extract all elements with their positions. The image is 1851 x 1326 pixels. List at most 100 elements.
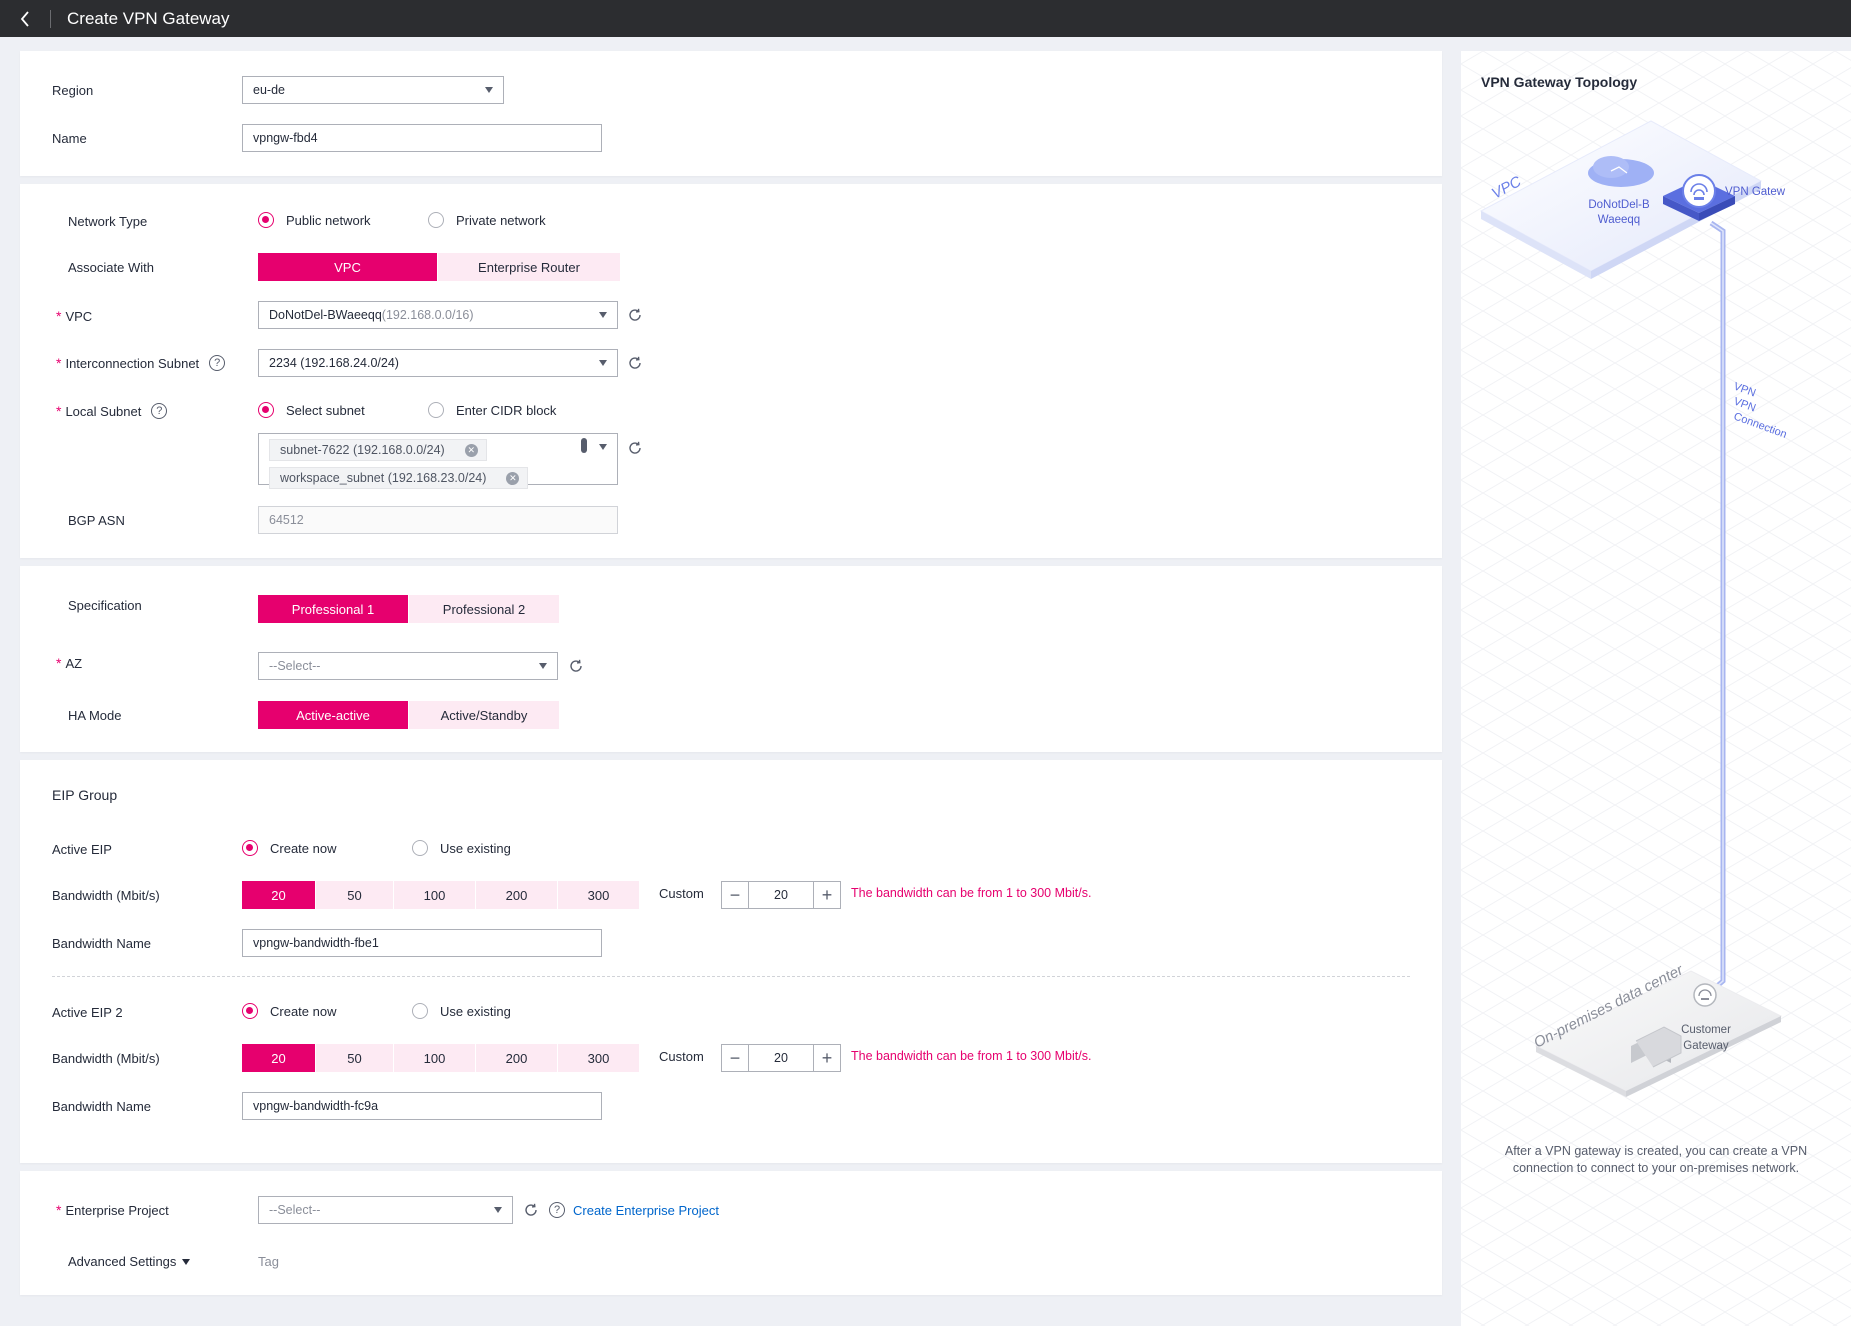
- ha-option-active-standby[interactable]: Active/Standby: [409, 701, 560, 729]
- bandwidth-name-label: Bandwidth Name: [52, 936, 151, 951]
- tag-label: Tag: [258, 1254, 279, 1269]
- az-select[interactable]: --Select--: [258, 652, 558, 680]
- specification-segmented: Professional 1 Professional 2: [258, 595, 560, 623]
- refresh-az-icon[interactable]: [568, 658, 584, 674]
- region-label: Region: [52, 83, 94, 98]
- vpc-name-line1: DoNotDel-B: [1588, 199, 1650, 211]
- associate-option-vpc[interactable]: VPC: [258, 253, 438, 281]
- refresh-local-subnet-icon[interactable]: [627, 440, 643, 456]
- vpc-name-line2: Waeeqq: [1598, 214, 1640, 226]
- bw-option-20[interactable]: 20: [242, 881, 316, 909]
- region-select[interactable]: eu-de: [242, 76, 504, 104]
- radio-dot: [428, 212, 444, 228]
- minus-icon[interactable]: −: [722, 882, 748, 908]
- radio-dot: [242, 1003, 258, 1019]
- radio-eip1-create-now[interactable]: Create now: [242, 840, 336, 856]
- vpc-select[interactable]: DoNotDel-BWaeeqq (192.168.0.0/16): [258, 301, 618, 329]
- bw-option-50[interactable]: 50: [316, 1044, 394, 1072]
- radio-dot: [428, 402, 444, 418]
- active-eip-label: Active EIP: [52, 842, 112, 857]
- bw-option-20[interactable]: 20: [242, 1044, 316, 1072]
- bw-option-100[interactable]: 100: [394, 1044, 476, 1072]
- back-button[interactable]: [0, 0, 50, 37]
- help-icon[interactable]: ?: [549, 1202, 565, 1218]
- ha-mode-label: HA Mode: [68, 708, 122, 723]
- remove-chip-icon[interactable]: ✕: [506, 471, 520, 485]
- subnet-chip: subnet-7622 (192.168.0.0/24) ✕: [269, 439, 487, 461]
- az-label: * AZ: [56, 655, 82, 671]
- associate-segmented: VPC Enterprise Router: [258, 253, 621, 281]
- network-type-label: Network Type: [68, 214, 148, 229]
- stepper-value[interactable]: 20: [748, 882, 814, 908]
- name-value: vpngw-fbd4: [253, 131, 318, 145]
- radio-enter-cidr[interactable]: Enter CIDR block: [428, 402, 556, 418]
- spec-option-professional-1[interactable]: Professional 1: [258, 595, 409, 623]
- advanced-settings-toggle[interactable]: Advanced Settings: [68, 1254, 191, 1269]
- eip-group-title: EIP Group: [52, 787, 118, 803]
- refresh-project-icon[interactable]: [523, 1202, 539, 1218]
- refresh-subnet-icon[interactable]: [627, 355, 643, 371]
- eip-panel: EIP Group Active EIP Create now Use exis…: [20, 760, 1442, 1163]
- required-mark: *: [56, 655, 62, 671]
- radio-eip2-create-now[interactable]: Create now: [242, 1003, 336, 1019]
- create-enterprise-project-link[interactable]: Create Enterprise Project: [573, 1203, 719, 1218]
- enterprise-project-select[interactable]: --Select--: [258, 1196, 513, 1224]
- chevron-down-icon: [599, 312, 607, 318]
- radio-eip1-use-existing[interactable]: Use existing: [412, 840, 511, 856]
- plus-icon[interactable]: +: [814, 1045, 840, 1071]
- custom-label: Custom: [659, 1049, 704, 1064]
- az-placeholder: --Select--: [269, 659, 321, 673]
- radio-private-network[interactable]: Private network: [428, 212, 546, 228]
- bgp-asn-value: 64512: [269, 513, 304, 527]
- bw-option-50[interactable]: 50: [316, 881, 394, 909]
- local-subnet-multiselect[interactable]: subnet-7622 (192.168.0.0/24) ✕ workspace_…: [258, 433, 618, 489]
- page-title: Create VPN Gateway: [67, 8, 230, 28]
- radio-eip2-use-existing[interactable]: Use existing: [412, 1003, 511, 1019]
- bw-option-300[interactable]: 300: [558, 881, 640, 909]
- name-input[interactable]: vpngw-fbd4: [242, 124, 602, 152]
- refresh-vpc-icon[interactable]: [627, 307, 643, 323]
- plus-icon[interactable]: +: [814, 882, 840, 908]
- interconnection-subnet-select[interactable]: 2234 (192.168.24.0/24): [258, 349, 618, 377]
- ha-option-active-active[interactable]: Active-active: [258, 701, 409, 729]
- bandwidth-name-value: vpngw-bandwidth-fbe1: [253, 936, 379, 950]
- required-mark: *: [56, 1202, 62, 1218]
- bandwidth-name-value: vpngw-bandwidth-fc9a: [253, 1099, 379, 1113]
- vpc-label: * VPC: [56, 308, 92, 324]
- associate-option-enterprise-router[interactable]: Enterprise Router: [438, 253, 621, 281]
- bw-option-100[interactable]: 100: [394, 881, 476, 909]
- enterprise-project-label-text: Enterprise Project: [65, 1202, 169, 1218]
- scrollbar-thumb[interactable]: [581, 438, 587, 453]
- chevron-left-icon: [20, 10, 29, 27]
- enterprise-project-panel: * Enterprise Project --Select-- ? Create …: [20, 1171, 1442, 1295]
- bgp-asn-label: BGP ASN: [68, 513, 125, 528]
- eip1-bandwidth-segmented: 20 50 100 200 300: [242, 881, 640, 909]
- bandwidth-name-label: Bandwidth Name: [52, 1099, 151, 1114]
- remove-chip-icon[interactable]: ✕: [464, 443, 478, 457]
- eip-divider: [52, 976, 1410, 977]
- radio-dot: [242, 840, 258, 856]
- spec-option-professional-2[interactable]: Professional 2: [409, 595, 560, 623]
- stepper-value[interactable]: 20: [748, 1045, 814, 1071]
- help-icon[interactable]: ?: [209, 355, 226, 371]
- topology-diagram: VPC DoNotDel-B Waeeqq VPN Gatew VPN VPN …: [1461, 51, 1851, 1326]
- help-icon[interactable]: ?: [151, 403, 168, 419]
- bw-option-200[interactable]: 200: [476, 881, 558, 909]
- bw-option-300[interactable]: 300: [558, 1044, 640, 1072]
- bandwidth-hint: The bandwidth can be from 1 to 300 Mbit/…: [851, 886, 1092, 900]
- radio-dot: [412, 1003, 428, 1019]
- eip2-bandwidth-stepper: − 20 +: [721, 1044, 841, 1072]
- eip2-bandwidth-name-input[interactable]: vpngw-bandwidth-fc9a: [242, 1092, 602, 1120]
- chevron-down-icon: [539, 663, 547, 669]
- bw-option-200[interactable]: 200: [476, 1044, 558, 1072]
- radio-label: Use existing: [440, 840, 511, 856]
- eip1-bandwidth-name-input[interactable]: vpngw-bandwidth-fbe1: [242, 929, 602, 957]
- associate-label: Associate With: [68, 260, 154, 275]
- radio-public-network[interactable]: Public network: [258, 212, 371, 228]
- radio-label: Enter CIDR block: [456, 402, 557, 418]
- bgp-asn-input[interactable]: 64512: [258, 506, 618, 534]
- specification-panel: Specification Professional 1 Professiona…: [20, 566, 1442, 752]
- minus-icon[interactable]: −: [722, 1045, 748, 1071]
- active-eip-2-label: Active EIP 2: [52, 1005, 123, 1020]
- radio-select-subnet[interactable]: Select subnet: [258, 402, 365, 418]
